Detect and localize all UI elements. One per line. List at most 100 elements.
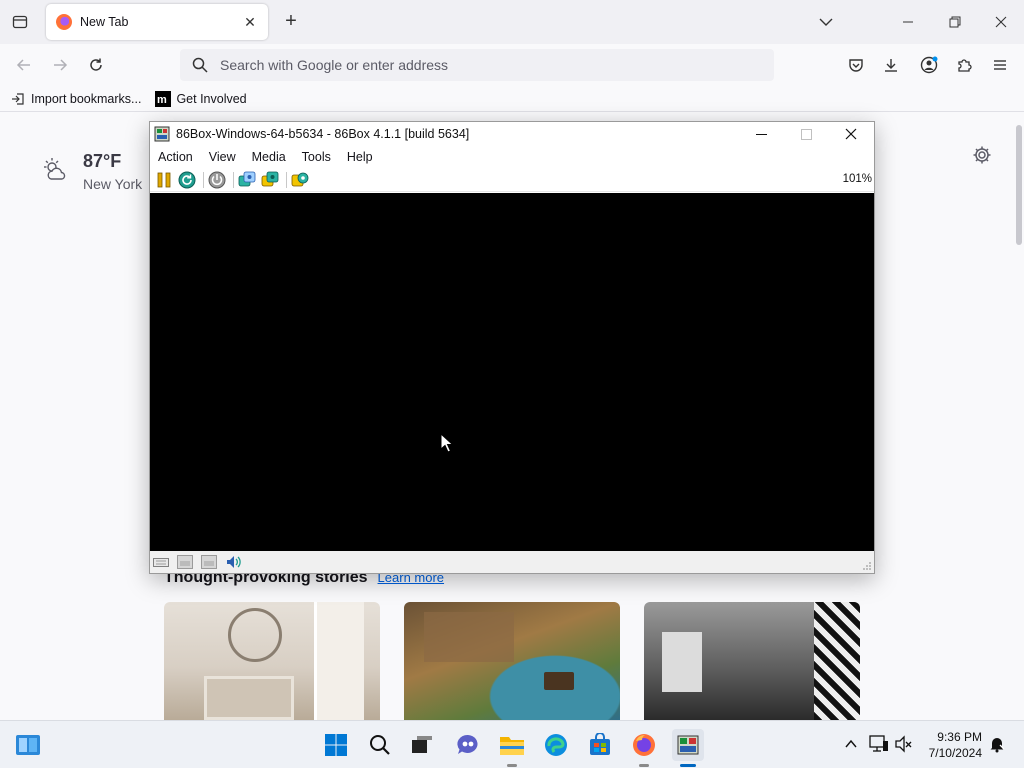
floppy-b-status-icon[interactable]: [200, 554, 218, 570]
curtain-shape: [814, 602, 860, 720]
vm-close-button[interactable]: [828, 122, 874, 146]
account-icon: [920, 56, 938, 74]
vm-minimize-button[interactable]: [738, 122, 784, 146]
network-tray-button[interactable]: [868, 733, 890, 755]
windows-logo-icon: [325, 734, 347, 756]
close-icon: [845, 128, 857, 140]
weather-widget[interactable]: 87°F New York: [42, 151, 142, 192]
file-explorer-button[interactable]: [496, 729, 528, 761]
running-indicator: [507, 764, 517, 767]
menu-tools[interactable]: Tools: [298, 150, 335, 164]
acpi-shutdown-button[interactable]: [207, 170, 227, 190]
ctrl-alt-esc-button[interactable]: [260, 170, 280, 190]
navigation-toolbar: [0, 44, 1024, 86]
chat-icon: [457, 734, 478, 754]
fridge-shape: [662, 632, 702, 692]
settings-button[interactable]: [290, 170, 310, 190]
toolbar-separator: [203, 171, 204, 188]
running-indicator: [639, 764, 649, 767]
back-button[interactable]: [11, 52, 37, 78]
minimize-icon: [903, 21, 913, 23]
vm-settings-icon: [291, 172, 309, 186]
download-icon: [885, 59, 897, 72]
pause-button[interactable]: [154, 170, 174, 190]
menu-action[interactable]: Action: [154, 150, 197, 164]
volume-tray-button[interactable]: [893, 733, 915, 755]
clock-time: 9:36 PM: [937, 730, 982, 744]
personalize-button[interactable]: [972, 145, 994, 167]
extensions-button[interactable]: [951, 52, 977, 78]
account-button[interactable]: [916, 52, 942, 78]
reload-button[interactable]: [83, 52, 109, 78]
vm-window: 86Box-Windows-64-b5634 - 86Box 4.1.1 [bu…: [149, 121, 875, 574]
store-button[interactable]: [584, 729, 616, 761]
partly-cloudy-icon: [44, 158, 66, 180]
start-button[interactable]: [320, 729, 352, 761]
keyboard-status-icon[interactable]: [152, 554, 170, 570]
tab-new-tab[interactable]: New Tab ✕: [46, 4, 268, 40]
bookmark-label: Import bookmarks...: [31, 91, 142, 106]
forward-arrow-icon: [54, 59, 68, 71]
menu-view[interactable]: View: [205, 150, 240, 164]
minimize-button[interactable]: [885, 6, 931, 38]
vm-toolbar: [150, 168, 874, 192]
toolbar-separator: [286, 171, 287, 188]
story-card-harbor-game[interactable]: [404, 602, 620, 720]
story-card-living-room[interactable]: [164, 602, 380, 720]
maximize-icon: [800, 128, 812, 140]
sound-status-icon[interactable]: [224, 554, 242, 570]
app-menu-button[interactable]: [987, 52, 1013, 78]
new-tab-button[interactable]: +: [280, 10, 302, 34]
mirror-shape: [228, 608, 282, 662]
svg-text:m: m: [157, 94, 167, 106]
bookmark-get-involved[interactable]: m Get Involved: [155, 90, 247, 107]
tab-title: New Tab: [80, 15, 129, 29]
list-all-tabs-button[interactable]: [816, 12, 836, 32]
mouse-cursor-icon: [440, 433, 454, 453]
taskbar-clock[interactable]: 9:36 PM 7/10/2024: [918, 729, 982, 761]
tab-bar: New Tab ✕ +: [0, 0, 1024, 44]
firefox-taskbar-button[interactable]: [628, 729, 660, 761]
floppy-a-status-icon[interactable]: [176, 554, 194, 570]
86box-taskbar-button[interactable]: [672, 729, 704, 761]
close-window-button[interactable]: [978, 6, 1024, 38]
chevron-up-icon: [845, 739, 857, 748]
resize-grip-icon[interactable]: [862, 561, 872, 571]
86box-app-icon: [154, 126, 170, 142]
vm-display[interactable]: [150, 193, 874, 551]
bookmark-import[interactable]: Import bookmarks...: [10, 91, 141, 107]
ctrl-alt-del-button[interactable]: [237, 170, 257, 190]
show-hidden-icons-button[interactable]: [840, 733, 862, 755]
menu-media[interactable]: Media: [248, 150, 290, 164]
widgets-button[interactable]: [12, 729, 44, 761]
minimize-icon: [755, 133, 767, 135]
restore-button[interactable]: [932, 6, 978, 38]
active-indicator: [680, 764, 696, 767]
mozilla-icon: m: [155, 90, 172, 107]
task-view-icon: [412, 736, 432, 753]
vm-window-title: 86Box-Windows-64-b5634 - 86Box 4.1.1 [bu…: [176, 127, 470, 141]
power-icon: [208, 171, 226, 188]
hard-reset-button[interactable]: [177, 170, 197, 190]
downloads-button[interactable]: [878, 52, 904, 78]
hamburger-menu-icon: [994, 60, 1006, 70]
address-bar[interactable]: [180, 49, 774, 81]
firefox-view-button[interactable]: [8, 10, 32, 34]
url-input[interactable]: [220, 57, 740, 73]
task-view-button[interactable]: [406, 729, 438, 761]
tab-close-button[interactable]: ✕: [242, 14, 258, 31]
vm-maximize-button[interactable]: [783, 122, 829, 146]
edge-button[interactable]: [540, 729, 572, 761]
weather-city: New York: [83, 176, 143, 192]
menu-help[interactable]: Help: [343, 150, 377, 164]
pocket-button[interactable]: [843, 52, 869, 78]
page-scrollbar[interactable]: [1016, 125, 1022, 245]
ctrl-alt-del-icon: [238, 171, 256, 186]
search-icon: [192, 57, 208, 73]
notification-center-button[interactable]: [986, 733, 1008, 755]
forward-button[interactable]: [47, 52, 73, 78]
story-card-kitchen[interactable]: [644, 602, 860, 720]
reset-icon: [178, 171, 196, 188]
chat-button[interactable]: [452, 729, 484, 761]
search-button[interactable]: [364, 729, 396, 761]
